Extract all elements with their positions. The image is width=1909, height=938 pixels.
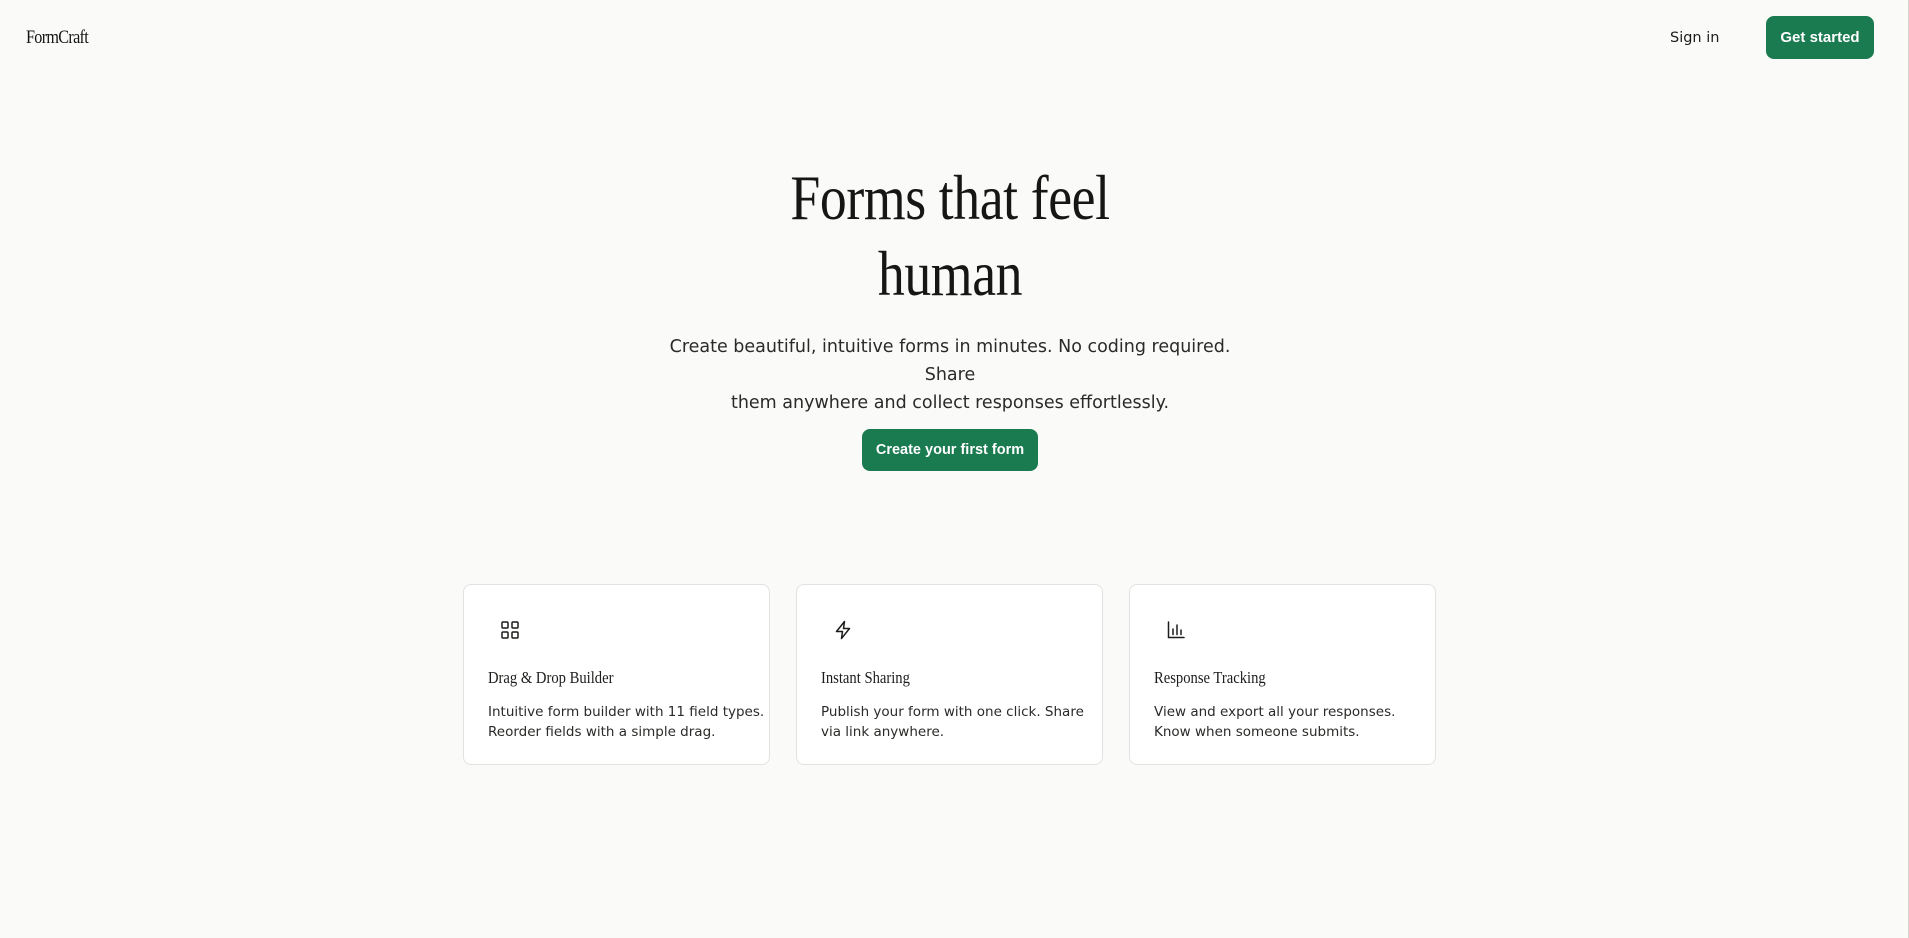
feature-description-line: Reorder fields with a simple drag. xyxy=(488,724,716,740)
feature-card-drag-drop: Drag & Drop Builder Intuitive form build… xyxy=(463,584,770,765)
hero-subtitle-line: them anywhere and collect responses effo… xyxy=(730,393,1170,413)
lightning-icon xyxy=(835,620,851,640)
feature-description-line: Know when someone submits. xyxy=(1154,724,1360,740)
feature-description-line: via link anywhere. xyxy=(821,724,945,740)
get-started-button[interactable]: Get started xyxy=(1766,16,1874,59)
feature-title: Response Tracking xyxy=(1154,668,1266,687)
sign-in-link[interactable]: Sign in xyxy=(1670,26,1719,50)
feature-description: View and export all your responses. Know… xyxy=(1154,702,1424,742)
hero-title-line: human xyxy=(877,238,1023,309)
hero-title-line: Forms that feel xyxy=(790,162,1110,233)
feature-description: Intuitive form builder with 11 field typ… xyxy=(488,702,765,742)
feature-description: Publish your form with one click. Share … xyxy=(821,702,1091,742)
hero-subtitle: Create beautiful, intuitive forms in min… xyxy=(650,333,1250,417)
feature-card-instant-sharing: Instant Sharing Publish your form with o… xyxy=(796,584,1103,765)
logo[interactable]: FormCraft xyxy=(26,26,89,50)
create-first-form-button[interactable]: Create your first form xyxy=(862,429,1038,471)
feature-card-response-tracking: Response Tracking View and export all yo… xyxy=(1129,584,1436,765)
hero-title: Forms that feel human xyxy=(152,160,1748,312)
feature-description-line: Publish your form with one click. Share xyxy=(821,704,1084,720)
feature-description-line: View and export all your responses. xyxy=(1154,704,1396,720)
hero-subtitle-line: Create beautiful, intuitive forms in min… xyxy=(669,337,1231,385)
bar-chart-icon xyxy=(1167,621,1185,639)
feature-description-line: Intuitive form builder with 11 field typ… xyxy=(488,704,765,720)
top-nav: FormCraft Sign in Get started xyxy=(0,0,1909,75)
grid-icon xyxy=(501,621,519,639)
feature-title: Drag & Drop Builder xyxy=(488,668,614,687)
feature-title: Instant Sharing xyxy=(821,668,910,687)
